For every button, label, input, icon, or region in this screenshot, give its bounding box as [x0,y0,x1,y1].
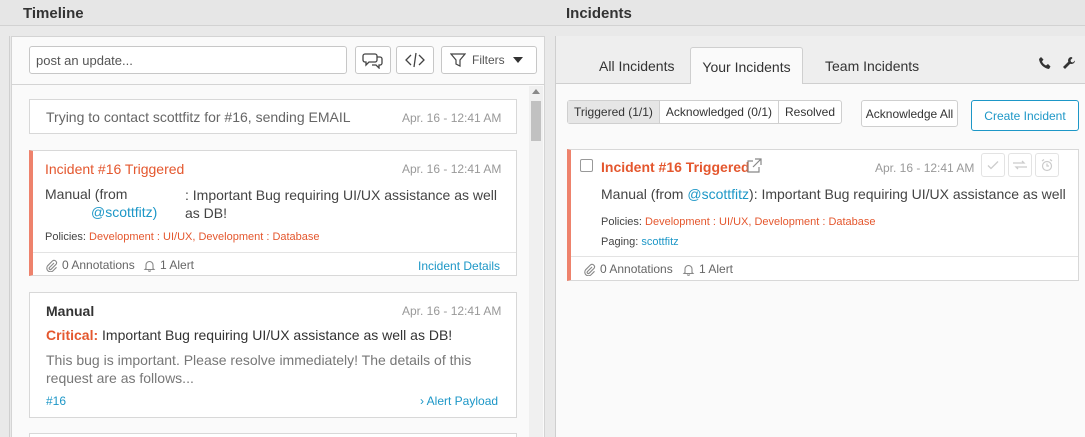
critical-row: Critical: Important Bug requiring UI/UX … [46,327,452,343]
policies-row: Policies: Development : UI/UX, Developme… [45,231,320,243]
event-timestamp: Apr. 16 - 12:41 AM [402,111,502,125]
paging-label: Paging: [601,236,639,248]
incident-details-link[interactable]: Incident Details [418,259,500,273]
timeline-incident-card: Incident #16 Triggered Apr. 16 - 12:41 A… [29,150,517,276]
code-button[interactable] [396,46,434,74]
phone-icon[interactable] [1038,56,1052,70]
incident-body-prefix: Manual (from [45,186,128,202]
alert-payload-link[interactable]: › Alert Payload [420,394,498,408]
check-icon [987,161,999,170]
incidents-body: Triggered (1/1) Acknowledged (0/1) Resol… [556,84,1085,437]
policies-label: Policies: [45,231,86,243]
paperclip-icon [584,263,596,276]
filter-acknowledged[interactable]: Acknowledged (0/1) [660,101,779,123]
incident-body-text: : Important Bug requiring UI/UX assistan… [185,187,498,221]
filter-resolved[interactable]: Resolved [779,101,841,123]
alerts-label: 1 Alert [699,262,734,276]
incident-title[interactable]: Incident #16 Triggered [601,159,750,175]
manual-timestamp: Apr. 16 - 12:41 AM [402,304,502,318]
tab-all-incidents[interactable]: All Incidents [583,48,690,84]
chat-button[interactable] [355,46,391,74]
status-filter-group: Triggered (1/1) Acknowledged (0/1) Resol… [567,100,843,124]
policies-row: Policies: Development : UI/UX, Developme… [601,216,876,228]
policies-label: Policies: [601,216,642,228]
incident-select-checkbox[interactable] [580,159,593,172]
paging-value[interactable]: scottfitz [641,236,678,248]
timeline-feed: Trying to contact scottfitz for #16, sen… [12,86,544,437]
timeline-event-card: Trying to contact scottfitz for #16, sen… [29,99,517,134]
annotations-label: 0 Annotations [62,258,135,272]
incident-body-text: ): Important Bug requiring UI/UX assista… [749,186,1066,202]
card-footer: 0 Annotations 1 Alert [571,256,1078,280]
incident-timestamp: Apr. 16 - 12:41 AM [875,161,975,175]
paging-row: Paging: scottfitz [601,236,679,248]
timeline-scrollbar[interactable] [529,86,543,437]
incident-body-prefix: Manual (from [601,186,688,202]
incidents-title: Incidents [566,5,632,22]
incident-list-item: Incident #16 Triggered Apr. 16 - 12:41 A… [567,149,1079,281]
chevron-down-icon [512,57,523,63]
alert-description: This bug is important. Please resolve im… [46,352,472,386]
paperclip-icon [46,259,58,272]
timeline-panel: Filters Trying to contact scottfitz for … [11,36,545,437]
code-icon [405,52,425,68]
policies-value[interactable]: Development : UI/UX, Development : Datab… [89,231,320,243]
filter-triggered[interactable]: Triggered (1/1) [568,101,660,123]
critical-text: Important Bug requiring UI/UX assistance… [102,327,453,343]
acknowledge-all-button[interactable]: Acknowledge All [861,100,958,127]
timeline-toolbar: Filters [12,37,544,85]
wrench-icon[interactable] [1062,56,1076,70]
acknowledge-button[interactable] [981,153,1005,177]
funnel-icon [450,53,466,67]
alerts-count[interactable]: 1 Alert [143,258,194,272]
filters-dropdown[interactable]: Filters [441,46,537,74]
external-link-icon[interactable] [746,158,762,174]
annotations-count[interactable]: 0 Annotations [583,262,673,276]
alerts-label: 1 Alert [160,258,195,272]
incident-tabs: All Incidents Your Incidents Team Incide… [556,36,1085,85]
critical-label: Critical: [46,327,99,343]
manual-title: Manual [46,303,95,319]
left-edge-strip [0,36,10,437]
reassign-button[interactable] [1008,153,1032,177]
annotations-label: 0 Annotations [600,262,673,276]
chat-icon [362,53,383,69]
incident-body: Manual (from @scottfitz): Important Bug … [601,186,1066,202]
incident-user-link[interactable]: @scottfitz [687,186,749,202]
policies-value[interactable]: Development : UI/UX, Development : Datab… [645,216,876,228]
chevron-right-icon: › [420,394,424,408]
reassign-icon [1013,160,1027,170]
create-incident-button[interactable]: Create Incident [971,100,1079,131]
tab-your-incidents[interactable]: Your Incidents [690,47,803,85]
incident-ref-link[interactable]: #16 [46,394,66,408]
top-header: Timeline Incidents [0,0,1085,26]
incidents-panel: All Incidents Your Incidents Team Incide… [555,36,1085,437]
incident-timestamp: Apr. 16 - 12:41 AM [402,162,502,176]
manual-alert-card: Manual Apr. 16 - 12:41 AM Critical: Impo… [29,292,517,418]
incident-title[interactable]: Incident #16 Triggered [45,161,184,177]
filters-label: Filters [472,53,505,67]
bell-icon [682,264,695,276]
snooze-button[interactable] [1035,153,1059,177]
alarm-clock-icon [1041,159,1053,172]
timeline-next-card [29,433,517,437]
post-update-input[interactable] [29,46,347,74]
scroll-thumb[interactable] [531,101,541,141]
event-text: Trying to contact scottfitz for #16, sen… [46,109,351,125]
tab-team-incidents[interactable]: Team Incidents [809,48,935,84]
alerts-count[interactable]: 1 Alert [682,262,733,276]
bell-icon [143,260,156,272]
card-footer: 0 Annotations 1 Alert Incident Details [33,252,516,276]
incident-user-link[interactable]: @scottfitz) [91,204,157,220]
annotations-count[interactable]: 0 Annotations [45,258,135,272]
scroll-up-arrow-icon[interactable] [532,89,540,94]
alert-payload-label: Alert Payload [426,394,499,408]
timeline-title: Timeline [23,5,84,22]
